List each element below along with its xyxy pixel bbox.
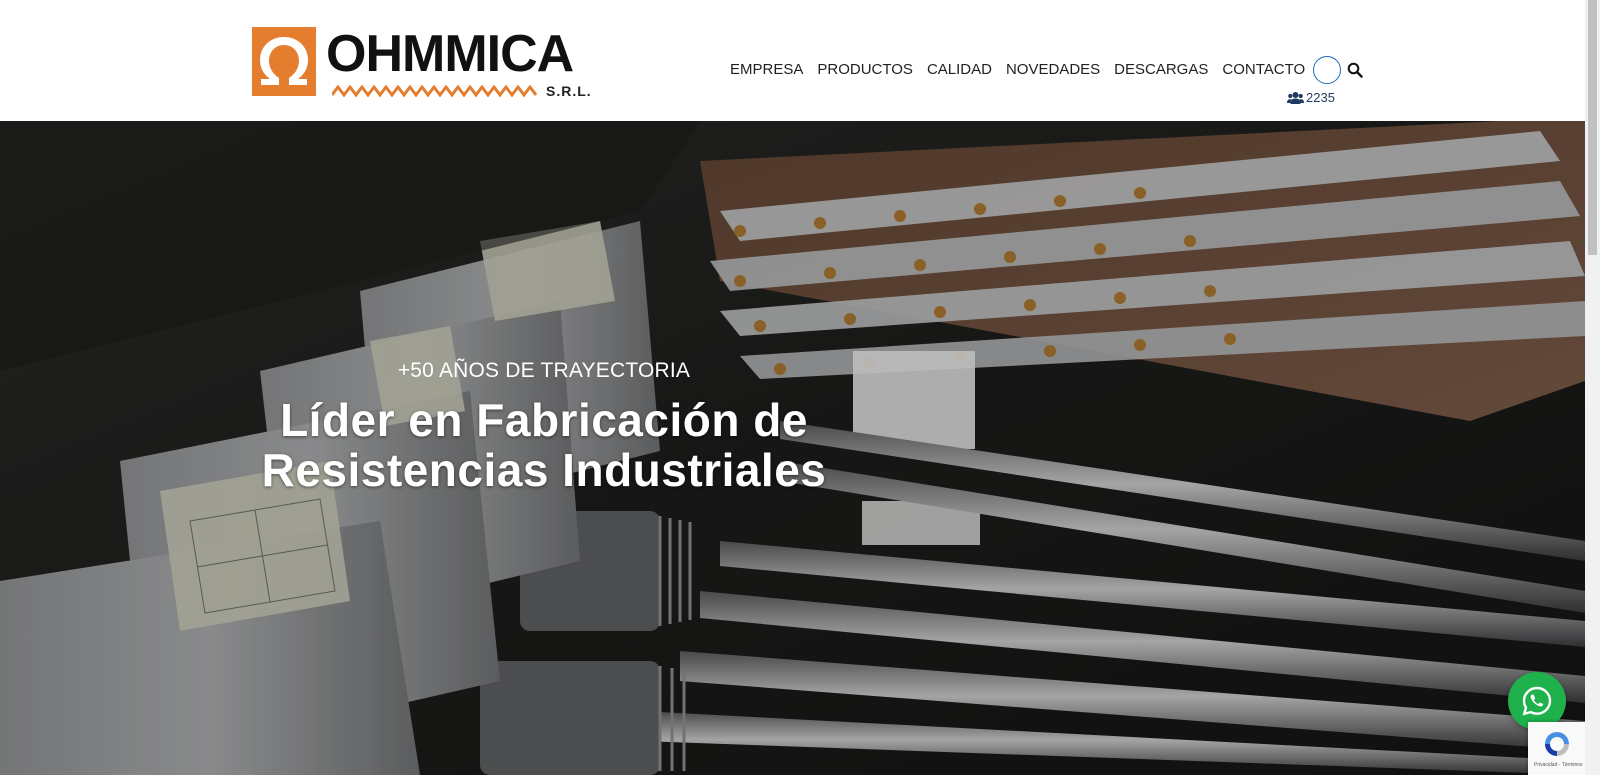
main-nav: EMPRESA PRODUCTOS CALIDAD NOVEDADES DESC… [730, 56, 1363, 84]
hero-eyebrow: +50 AÑOS DE TRAYECTORIA [397, 359, 691, 382]
users-icon [1287, 91, 1304, 104]
nav-item-empresa[interactable]: EMPRESA [730, 60, 803, 80]
hero-title: Líder en Fabricación de Resistencias Ind… [261, 394, 827, 496]
recaptcha-links[interactable]: Privacidad - Términos [1534, 762, 1583, 768]
recaptcha-icon [1545, 732, 1569, 756]
nav-item-contacto[interactable]: CONTACTO [1222, 60, 1305, 80]
search-icon[interactable] [1347, 62, 1363, 78]
ohmmica-logo[interactable]: OHMMICA S.R.L. [252, 25, 592, 101]
page-scrollbar[interactable] [1585, 0, 1600, 775]
visitor-count: 2235 [1306, 90, 1335, 105]
zigzag-decoration [332, 85, 538, 97]
language-toggle[interactable] [1313, 56, 1342, 84]
nav-item-descargas[interactable]: DESCARGAS [1114, 60, 1208, 80]
visitor-counter: 2235 [1287, 90, 1335, 105]
recaptcha-badge[interactable]: Privacidad - Términos [1528, 722, 1586, 775]
nav-item-novedades[interactable]: NOVEDADES [1006, 60, 1100, 80]
omega-logo-icon [252, 27, 316, 96]
whatsapp-icon [1522, 686, 1552, 716]
nav-item-calidad[interactable]: CALIDAD [927, 60, 992, 80]
hero-banner: +50 AÑOS DE TRAYECTORIA Líder en Fabrica… [0, 121, 1585, 775]
site-header: OHMMICA S.R.L. EMPRESA PRODUCTOS CALIDAD… [0, 0, 1585, 121]
brand-suffix: S.R.L. [546, 83, 592, 99]
nav-item-productos[interactable]: PRODUCTOS [817, 60, 913, 80]
scrollbar-thumb[interactable] [1588, 0, 1597, 255]
brand-name: OHMMICA [326, 25, 574, 83]
